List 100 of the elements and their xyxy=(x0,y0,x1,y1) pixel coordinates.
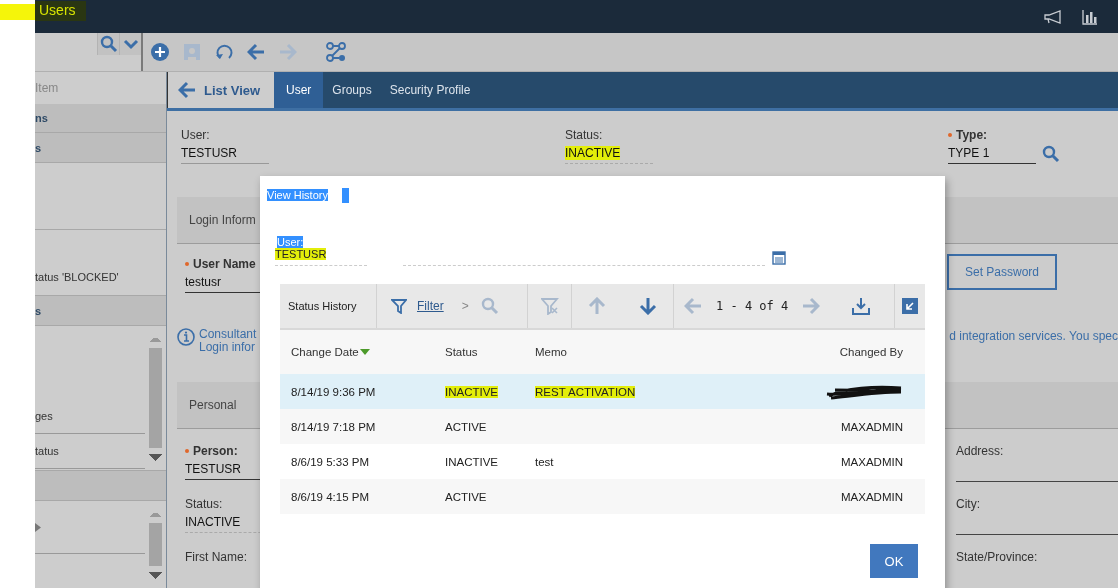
undo-icon xyxy=(215,43,233,61)
field-value: INACTIVE xyxy=(185,515,241,529)
field-label: User: xyxy=(277,236,304,248)
table-cell: ACTIVE xyxy=(445,420,487,433)
section-title: Personal xyxy=(189,398,237,412)
section-title: s xyxy=(35,304,42,317)
list-item-label: tatus xyxy=(35,445,59,457)
list-item-label: ges xyxy=(35,410,53,422)
input-field[interactable]: TYPE 1 xyxy=(948,143,1036,164)
right-arrow-icon xyxy=(279,43,297,61)
app-title: Users xyxy=(35,0,86,21)
info-icon xyxy=(177,328,195,346)
clear-filter-icon xyxy=(540,297,559,315)
chart-button[interactable] xyxy=(1082,8,1098,25)
field-label: User Name xyxy=(185,256,256,272)
field-label: Type: xyxy=(948,127,988,143)
panel-title: Item xyxy=(35,81,59,95)
field-value: TESTUSR xyxy=(181,146,237,160)
field-value: TESTUSR xyxy=(275,248,327,260)
workflow-button[interactable] xyxy=(325,41,347,63)
megaphone-button[interactable] xyxy=(1044,9,1062,24)
section-title: Login Inform xyxy=(189,213,256,227)
add-button[interactable] xyxy=(149,41,171,63)
left-arrow-icon xyxy=(178,81,196,99)
download-icon xyxy=(852,297,871,315)
field-label: User: xyxy=(181,127,210,143)
list-view-link[interactable]: List View xyxy=(167,72,274,108)
table-row[interactable]: 8/6/19 4:15 PM ACTIVE MAXADMIN xyxy=(280,479,925,514)
input-field[interactable]: TESTUSR xyxy=(275,248,367,266)
ok-button[interactable]: OK xyxy=(870,544,918,578)
dialog-title: View History xyxy=(267,189,328,201)
filter-link[interactable]: Filter xyxy=(417,299,444,313)
section-title: ns xyxy=(35,112,48,124)
table-cell: ACTIVE xyxy=(445,490,487,503)
chevron-text: > xyxy=(461,299,469,313)
table-row[interactable]: 8/14/19 7:18 PM ACTIVE MAXADMIN xyxy=(280,409,925,444)
field-label: City: xyxy=(956,496,980,512)
search-icon xyxy=(99,35,118,53)
lookup-button[interactable] xyxy=(1042,144,1060,163)
workflow-icon xyxy=(326,42,346,62)
input-field[interactable]: TESTUSR xyxy=(181,143,269,164)
column-header[interactable]: Change Date xyxy=(291,346,445,358)
right-arrow-icon xyxy=(802,297,821,315)
table-cell: 8/14/19 7:18 PM xyxy=(291,420,376,433)
up-arrow-icon xyxy=(588,297,607,315)
table-cell: MAXADMIN xyxy=(841,455,903,468)
panel-section-header[interactable]: s xyxy=(35,296,166,326)
field-value: INACTIVE xyxy=(565,146,621,160)
table-row[interactable]: 8/14/19 9:36 PM INACTIVE REST ACTIVATION xyxy=(280,374,925,409)
left-arrow-icon xyxy=(684,297,702,315)
info-text: Consultant Login infor xyxy=(199,328,257,354)
highlight-mark xyxy=(0,4,35,20)
panel-section-header[interactable]: ns xyxy=(35,104,166,133)
tab[interactable]: Groups xyxy=(323,72,381,108)
column-header[interactable]: Memo xyxy=(535,346,785,358)
field-value: testusr xyxy=(185,275,221,289)
panel-section-header[interactable]: s xyxy=(35,133,166,163)
table-cell: 8/6/19 5:33 PM xyxy=(291,455,369,468)
left-arrow-icon xyxy=(247,43,265,61)
table-cell: MAXADMIN xyxy=(841,420,903,433)
table-cell: INACTIVE xyxy=(445,385,499,398)
column-header[interactable]: Changed By xyxy=(839,346,925,358)
field-label: Status: xyxy=(565,127,603,143)
column-header[interactable]: Status xyxy=(445,346,535,358)
add-icon xyxy=(151,43,169,61)
panel-item[interactable]: tatus 'BLOCKED' xyxy=(35,271,119,283)
info-text: d integration services. You spec xyxy=(949,328,1118,345)
download-button[interactable] xyxy=(850,295,873,317)
table-cell: 8/14/19 9:36 PM xyxy=(291,385,376,398)
selection-mark xyxy=(341,187,349,203)
section-title: s xyxy=(35,141,42,154)
table-title: Status History xyxy=(287,300,358,312)
megaphone-icon xyxy=(1044,9,1062,24)
table-cell: test xyxy=(535,455,554,468)
chevron-button[interactable] xyxy=(119,33,141,55)
field-label: Status: xyxy=(185,496,223,512)
table-cell: INACTIVE xyxy=(445,455,499,468)
scroll-thumb[interactable] xyxy=(149,523,162,566)
table-cell: REST ACTIVATION xyxy=(535,385,636,398)
restore-icon xyxy=(902,298,918,314)
scroll-thumb[interactable] xyxy=(149,348,162,448)
long-description-button[interactable] xyxy=(772,251,786,265)
tab[interactable]: Security Profile xyxy=(380,72,480,108)
back-button[interactable] xyxy=(245,41,267,63)
field-value: TYPE 1 xyxy=(948,146,990,160)
tab[interactable]: User xyxy=(274,72,324,108)
field-value: TESTUSR xyxy=(185,462,241,476)
field-label: State/Province: xyxy=(956,549,1038,565)
bar-chart-icon xyxy=(1082,8,1098,25)
search-icon xyxy=(480,297,499,315)
restore-button[interactable] xyxy=(899,295,921,317)
table-cell: MAXADMIN xyxy=(841,490,903,503)
search-icon xyxy=(1042,144,1060,163)
list-item[interactable]: tatus xyxy=(35,434,145,469)
list-item[interactable]: ges xyxy=(35,399,145,434)
field-label: First Name: xyxy=(185,549,247,565)
page-count: 1 - 4 of 4 xyxy=(716,299,789,313)
down-arrow-icon xyxy=(638,297,657,315)
search-button[interactable] xyxy=(97,33,119,55)
input-field[interactable]: INACTIVE xyxy=(565,143,653,164)
